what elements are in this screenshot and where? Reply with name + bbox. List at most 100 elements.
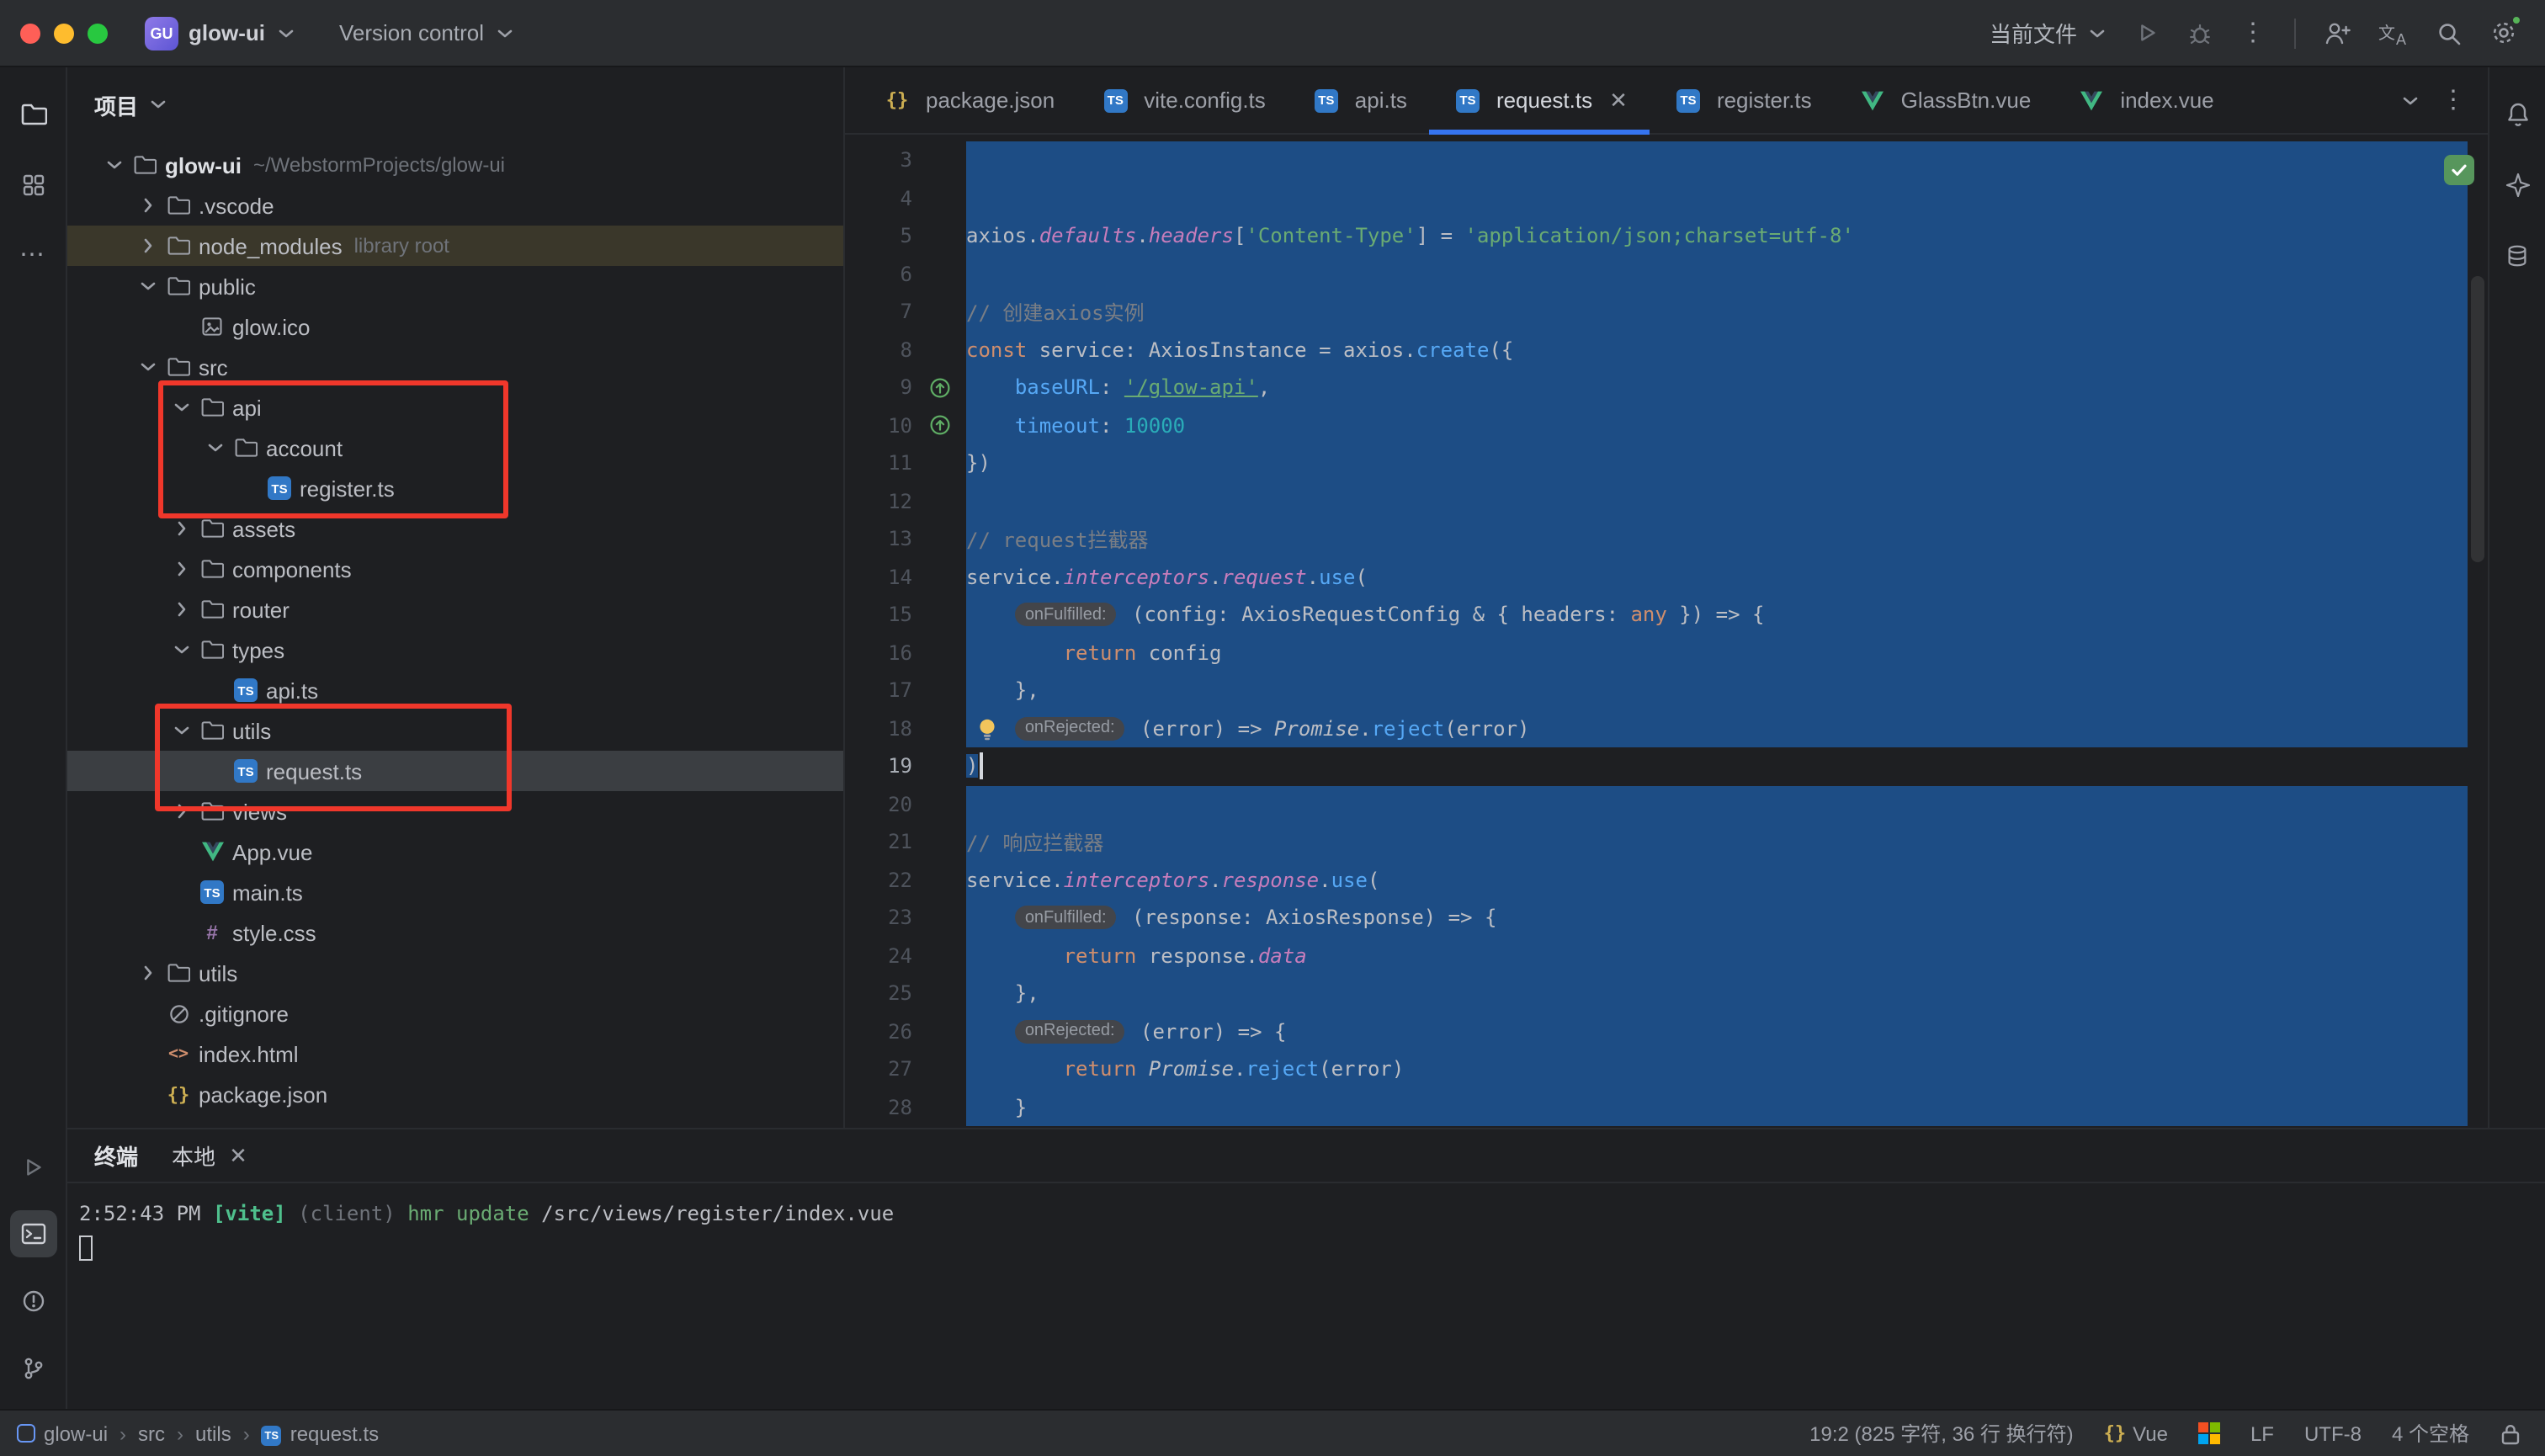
line-number[interactable]: 16 (845, 641, 912, 665)
code-line-text[interactable] (966, 179, 2468, 217)
tree-item-package.json[interactable]: {}package.json (67, 1074, 843, 1114)
encoding-widget[interactable]: UTF-8 (2304, 1421, 2362, 1445)
vcs-widget[interactable]: Version control (339, 20, 514, 45)
add-user-icon[interactable] (2323, 19, 2351, 46)
code-line-text[interactable]: }) (966, 444, 2468, 482)
vue-service-widget[interactable]: {} Vue (2104, 1421, 2168, 1445)
chevron-right-icon[interactable] (168, 599, 195, 619)
run-tool-icon[interactable] (9, 1143, 56, 1190)
code-editor[interactable]: 345axios.defaults.headers['Content-Type'… (845, 135, 2488, 1128)
code-line-text[interactable]: service.interceptors.request.use( (966, 558, 2468, 596)
tree-item-utils[interactable]: utils (67, 953, 843, 993)
tree-item-node_modules[interactable]: node_moduleslibrary root (67, 226, 843, 266)
chevron-right-icon[interactable] (135, 236, 162, 256)
code-line-text[interactable] (966, 785, 2468, 823)
chevron-down-icon[interactable] (168, 640, 195, 660)
code-line-text[interactable]: return response.data (966, 937, 2468, 975)
run-configuration-selector[interactable]: 当前文件 (1990, 17, 2107, 49)
caret-position-widget[interactable]: 19:2 (825 字符, 36 行 换行符) (1809, 1419, 2073, 1448)
line-number[interactable]: 5 (845, 225, 912, 248)
editor-tab-package.json[interactable]: {}package.json (858, 67, 1076, 133)
line-separator-widget[interactable]: LF (2250, 1421, 2274, 1445)
breadcrumb-src[interactable]: src (138, 1421, 165, 1445)
problems-tool-icon[interactable] (9, 1278, 56, 1325)
code-line-text[interactable]: onRejected: (error) => { (966, 1012, 2468, 1050)
tree-item-main.ts[interactable]: TSmain.ts (67, 872, 843, 912)
code-line-text[interactable]: onFulfilled: (response: AxiosResponse) =… (966, 899, 2468, 937)
line-number[interactable]: 6 (845, 263, 912, 286)
code-line-text[interactable]: // 创建axios实例 (966, 293, 2468, 331)
tree-item-App.vue[interactable]: App.vue (67, 832, 843, 872)
editor-tab-request.ts[interactable]: TSrequest.ts✕ (1429, 67, 1650, 133)
database-icon[interactable] (2494, 232, 2541, 279)
modules-icon[interactable] (9, 162, 56, 209)
line-number[interactable]: 18 (845, 717, 912, 741)
git-tool-icon[interactable] (9, 1345, 56, 1392)
code-line-text[interactable] (966, 482, 2468, 520)
inspection-ok-icon[interactable] (2444, 155, 2474, 185)
chevron-right-icon[interactable] (168, 518, 195, 539)
line-number[interactable]: 26 (845, 1020, 912, 1044)
code-line-text[interactable]: service.interceptors.response.use( (966, 861, 2468, 899)
line-number[interactable]: 27 (845, 1058, 912, 1081)
line-number[interactable]: 28 (845, 1096, 912, 1119)
editor-tab-GlassBtn.vue[interactable]: GlassBtn.vue (1834, 67, 2054, 133)
line-number[interactable]: 17 (845, 679, 912, 703)
lock-icon[interactable] (2500, 1421, 2521, 1445)
line-number[interactable]: 20 (845, 793, 912, 816)
code-line-text[interactable]: baseURL: '/glow-api', (966, 369, 2468, 407)
ms-squares-icon[interactable] (2198, 1422, 2220, 1444)
indent-widget[interactable]: 4 个空格 (2392, 1419, 2469, 1448)
editor-tab-register.ts[interactable]: TSregister.ts (1650, 67, 1834, 133)
tree-item-public[interactable]: public (67, 266, 843, 306)
tree-item-index.html[interactable]: <>index.html (67, 1034, 843, 1074)
code-line-text[interactable]: const service: AxiosInstance = axios.cre… (966, 331, 2468, 369)
line-number[interactable]: 25 (845, 982, 912, 1006)
tree-item-.vscode[interactable]: .vscode (67, 185, 843, 226)
inlay-hint[interactable]: onRejected: (1015, 717, 1125, 741)
code-line-text[interactable]: return config (966, 634, 2468, 672)
editor-tab-index.vue[interactable]: index.vue (2053, 67, 2235, 133)
code-line-text[interactable]: }, (966, 672, 2468, 709)
breadcrumb-glow-ui[interactable]: glow-ui (17, 1421, 108, 1445)
code-line-text[interactable]: ) (966, 747, 2468, 785)
code-line-text[interactable]: axios.defaults.headers['Content-Type'] =… (966, 217, 2468, 255)
tree-item-types[interactable]: types (67, 630, 843, 670)
code-line-text[interactable]: } (966, 1088, 2468, 1126)
tree-item-components[interactable]: components (67, 549, 843, 589)
line-number[interactable]: 11 (845, 452, 912, 476)
code-line-text[interactable] (966, 141, 2468, 179)
line-number[interactable]: 4 (845, 187, 912, 210)
ai-assistant-icon[interactable] (2494, 162, 2541, 209)
intention-bulb-icon[interactable] (976, 716, 998, 747)
run-icon[interactable] (2134, 20, 2160, 45)
chevron-right-icon[interactable] (168, 559, 195, 579)
inlay-hint[interactable]: onRejected: (1015, 1020, 1125, 1044)
code-line-text[interactable]: // request拦截器 (966, 520, 2468, 558)
chevron-right-icon[interactable] (135, 963, 162, 983)
tree-item-style.css[interactable]: #style.css (67, 912, 843, 953)
breadcrumb-utils[interactable]: utils (195, 1421, 231, 1445)
line-number[interactable]: 12 (845, 490, 912, 513)
tree-item-glow.ico[interactable]: glow.ico (67, 306, 843, 347)
tree-item-router[interactable]: router (67, 589, 843, 630)
project-tool-icon[interactable] (9, 91, 56, 138)
code-line-text[interactable]: return Promise.reject(error) (966, 1050, 2468, 1088)
editor-tab-api.ts[interactable]: TSapi.ts (1288, 67, 1429, 133)
project-panel-header[interactable]: 项目 (67, 67, 843, 141)
line-number[interactable]: 13 (845, 528, 912, 551)
line-number[interactable]: 24 (845, 944, 912, 968)
line-number[interactable]: 9 (845, 376, 912, 400)
code-line-text[interactable]: timeout: 10000 (966, 407, 2468, 444)
translate-icon[interactable]: 文A (2378, 19, 2409, 46)
chevron-down-icon[interactable] (101, 155, 128, 175)
line-number[interactable]: 23 (845, 906, 912, 930)
zoom-window-button[interactable] (88, 23, 108, 43)
code-line-text[interactable] (966, 255, 2468, 293)
editor-tab-vite.config.ts[interactable]: TSvite.config.ts (1076, 67, 1288, 133)
line-number[interactable]: 8 (845, 338, 912, 362)
line-number[interactable]: 10 (845, 414, 912, 438)
inlay-hint[interactable]: onFulfilled: (1015, 906, 1117, 930)
line-number[interactable]: 14 (845, 566, 912, 589)
line-number[interactable]: 7 (845, 300, 912, 324)
